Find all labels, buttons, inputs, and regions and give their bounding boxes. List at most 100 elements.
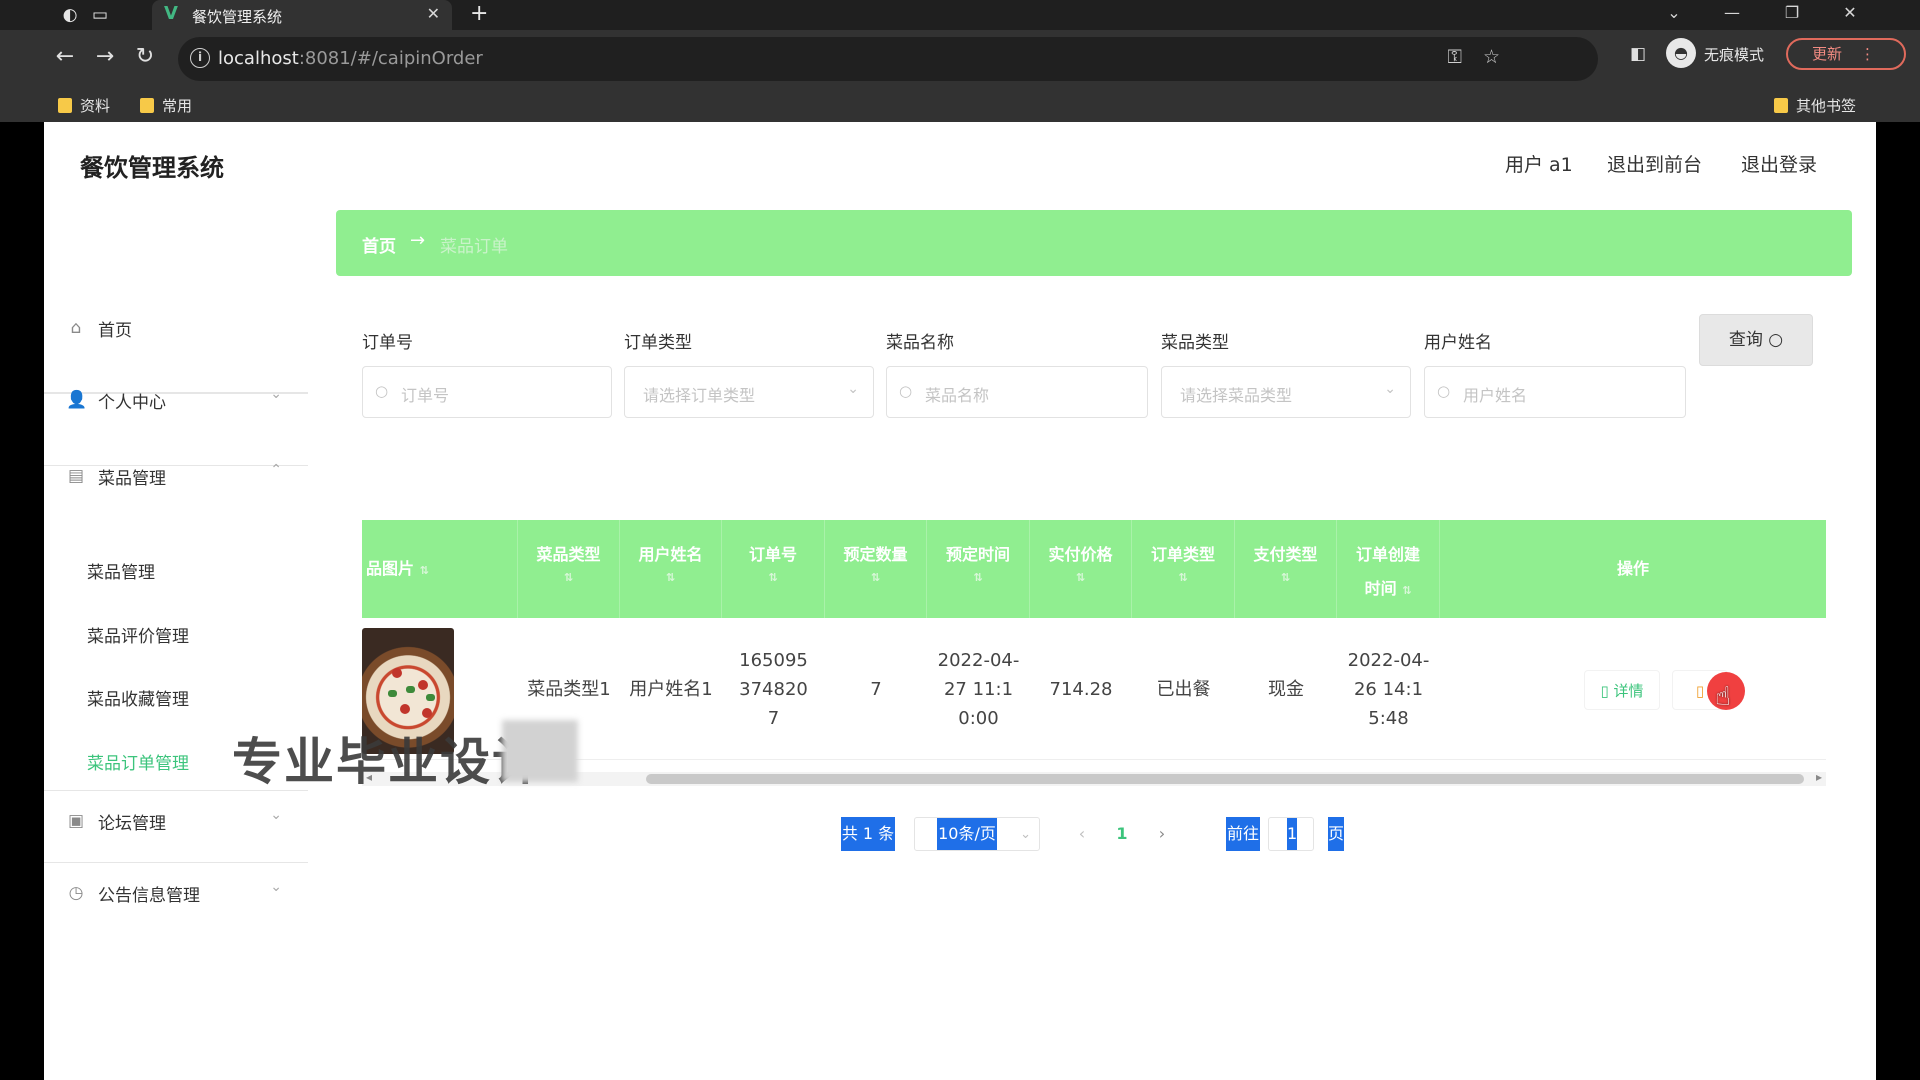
th-time[interactable]: 预定时间 ⇅ xyxy=(927,520,1030,618)
breadcrumb-arrow-icon: → xyxy=(410,230,426,251)
profile-icon[interactable]: ◐ xyxy=(58,3,82,27)
hand-cursor-icon: ☝ xyxy=(1715,682,1731,712)
search-icon: ○ xyxy=(899,382,913,400)
folder-icon xyxy=(58,98,72,113)
filter-label-dish-name: 菜品名称 xyxy=(886,333,954,353)
search-icon: ○ xyxy=(1768,330,1784,350)
chevron-down-icon: ⌄ xyxy=(270,879,282,895)
address-bar[interactable]: i localhost:8081/#/caipinOrder ⚿ ☆ xyxy=(178,37,1598,81)
sidebar-divider xyxy=(44,322,308,393)
close-tab-icon[interactable]: ✕ xyxy=(427,4,440,23)
goto-label: 前往 xyxy=(1226,817,1260,851)
chevron-down-icon: ⌄ xyxy=(1020,827,1031,842)
update-button[interactable]: 更新 ⋮ xyxy=(1786,38,1906,70)
filter-label-user-name: 用户姓名 xyxy=(1424,333,1492,353)
user-icon: 👤 xyxy=(66,390,88,410)
scroll-right-icon[interactable]: ▸ xyxy=(1816,770,1822,784)
order-no-input[interactable]: ○ 订单号 xyxy=(362,366,612,418)
cell-price: 714.28 xyxy=(1049,678,1113,700)
prev-page-icon[interactable]: ‹ xyxy=(1070,817,1094,851)
next-page-icon[interactable]: › xyxy=(1150,817,1174,851)
bookmark-star-icon[interactable]: ☆ xyxy=(1483,46,1500,68)
sidebar-sub-favorite[interactable]: 菜品收藏管理 xyxy=(87,685,189,710)
sidebar-item-personal[interactable]: 👤 个人中心 ⌄ xyxy=(44,386,308,466)
new-tab-icon[interactable]: + xyxy=(470,0,488,28)
breadcrumb-current: 菜品订单 xyxy=(440,237,508,257)
page-number[interactable]: 1 xyxy=(1110,817,1134,851)
cell-order-no: 1650953748207 xyxy=(739,649,808,729)
tab-list-chevron-icon[interactable]: ⌄ xyxy=(1646,0,1702,30)
scrollbar-thumb[interactable] xyxy=(646,774,1804,784)
folder-icon xyxy=(1774,98,1788,113)
order-type-select[interactable]: 请选择订单类型 ⌄ xyxy=(624,366,874,418)
th-image[interactable]: 品图片 ⇅ xyxy=(362,520,518,618)
minimize-icon[interactable]: — xyxy=(1704,0,1760,30)
search-icon: ○ xyxy=(1437,382,1451,400)
vue-favicon-icon: V xyxy=(164,3,178,24)
filter-label-dish-type: 菜品类型 xyxy=(1161,333,1229,353)
th-created[interactable]: 订单创建时间 ⇅ xyxy=(1337,520,1440,618)
exit-to-front-link[interactable]: 退出到前台 xyxy=(1607,150,1702,177)
other-bookmarks[interactable]: 其他书签 xyxy=(1774,95,1856,116)
query-button[interactable]: 查询 ○ xyxy=(1699,314,1813,366)
close-window-icon[interactable]: ✕ xyxy=(1822,0,1878,30)
tab-search-icon[interactable]: ▭ xyxy=(88,3,112,27)
th-dish-type[interactable]: 菜品类型 ⇅ xyxy=(518,520,620,618)
filter-label-order-no: 订单号 xyxy=(362,333,413,353)
bookmark-folder[interactable]: 资料 xyxy=(58,95,110,116)
password-key-icon[interactable]: ⚿ xyxy=(1448,46,1462,68)
th-price[interactable]: 实付价格 ⇅ xyxy=(1030,520,1132,618)
th-qty[interactable]: 预定数量 ⇅ xyxy=(825,520,927,618)
th-order-no[interactable]: 订单号 ⇅ xyxy=(722,520,825,618)
dish-icon: ▤ xyxy=(67,466,85,486)
cell-pay-type: 现金 xyxy=(1268,678,1304,700)
logout-link[interactable]: 退出登录 xyxy=(1741,150,1817,177)
th-pay-type[interactable]: 支付类型 ⇅ xyxy=(1235,520,1337,618)
clock-icon: ◷ xyxy=(68,883,84,903)
blurred-region xyxy=(502,720,578,782)
breadcrumb-home[interactable]: 首页 xyxy=(362,232,396,257)
dish-name-input[interactable]: ○ 菜品名称 xyxy=(886,366,1148,418)
cell-user-name: 用户姓名1 xyxy=(629,678,713,700)
browser-tab[interactable]: V 餐饮管理系统 ✕ xyxy=(152,0,452,30)
site-info-icon[interactable]: i xyxy=(190,48,210,68)
current-user: 用户 a1 xyxy=(1505,154,1573,176)
incognito-icon[interactable]: ◓ xyxy=(1666,38,1696,68)
side-panel-icon[interactable]: ◧ xyxy=(1630,44,1646,64)
sidebar-sub-dish[interactable]: 菜品管理 xyxy=(87,558,155,583)
browser-tab-strip: ◐ ▭ V 餐饮管理系统 ✕ + ⌄ — ❐ ✕ xyxy=(0,0,1920,30)
pagination-total: 共 1 条 xyxy=(841,817,895,851)
search-icon: ○ xyxy=(375,382,389,400)
detail-button[interactable]: ▯ 详情 xyxy=(1584,670,1660,710)
page-size-select[interactable]: 10条/页 ⌄ xyxy=(914,817,1040,851)
cell-created: 2022-04-26 14:15:48 xyxy=(1347,649,1430,729)
folder-icon xyxy=(140,98,154,113)
user-name-input[interactable]: ○ 用户姓名 xyxy=(1424,366,1686,418)
menu-dots-icon[interactable]: ⋮ xyxy=(1860,45,1875,63)
dish-type-select[interactable]: 请选择菜品类型 ⌄ xyxy=(1161,366,1411,418)
bookmark-folder[interactable]: 常用 xyxy=(140,95,192,116)
bookmarks-bar: 资料 常用 其他书签 xyxy=(0,88,1920,122)
tab-title: 餐饮管理系统 xyxy=(192,8,283,26)
table-row: 菜品类型1 用户姓名1 1650953748207 7 2022-04-27 1… xyxy=(362,618,1826,760)
incognito-label: 无痕模式 xyxy=(1704,46,1765,64)
reload-icon[interactable]: ↻ xyxy=(130,44,160,69)
th-order-type[interactable]: 订单类型 ⇅ xyxy=(1132,520,1235,618)
table-header: 品图片 ⇅ 菜品类型 ⇅ 用户姓名 ⇅ 订单号 ⇅ 预定数量 ⇅ 预定时间 ⇅ 实付价格 ⇅… xyxy=(362,520,1826,618)
app-logo: 餐饮管理系统 xyxy=(80,154,224,182)
th-actions: 操作 xyxy=(1616,559,1649,578)
back-icon[interactable]: ← xyxy=(50,44,80,69)
cell-qty: 7 xyxy=(870,678,882,700)
page-suffix-label: 页 xyxy=(1328,817,1344,851)
restore-icon[interactable]: ❐ xyxy=(1764,0,1820,30)
url-text: localhost:8081/#/caipinOrder xyxy=(218,48,483,69)
breadcrumb: 首页 → 菜品订单 xyxy=(336,210,1852,276)
forward-icon[interactable]: → xyxy=(90,44,120,69)
th-user-name[interactable]: 用户姓名 ⇅ xyxy=(620,520,722,618)
chevron-down-icon: ⌄ xyxy=(1384,381,1396,397)
table-horizontal-scrollbar[interactable]: ◂ ▸ xyxy=(362,770,1826,786)
sidebar-item-notice[interactable]: ◷ 公告信息管理 ⌄ xyxy=(44,791,308,906)
goto-page-input[interactable]: 1 xyxy=(1268,817,1314,851)
document-icon: ▯ xyxy=(1600,682,1609,700)
sidebar-sub-review[interactable]: 菜品评价管理 xyxy=(87,622,189,647)
